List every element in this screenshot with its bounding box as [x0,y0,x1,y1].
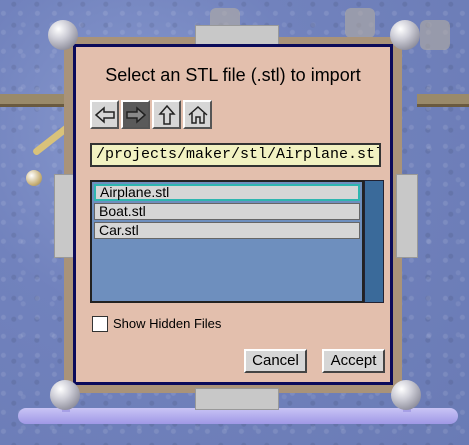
forward-arrow-icon [125,105,146,124]
frame-corner-knob [50,380,80,410]
frame-corner-knob [390,20,420,50]
back-button[interactable] [90,100,119,129]
file-list[interactable]: Airplane.stl Boat.stl Car.stl [90,180,364,303]
file-item-airplane[interactable]: Airplane.stl [94,184,360,201]
file-item-boat[interactable]: Boat.stl [94,203,360,220]
home-button[interactable] [183,100,212,129]
accept-button[interactable]: Accept [322,349,385,373]
home-icon [188,105,207,124]
background-ball [26,170,42,186]
frame-handle-right[interactable] [396,174,418,258]
up-arrow-icon [157,104,176,125]
show-hidden-checkbox[interactable] [92,316,108,332]
file-list-scrollbar[interactable] [364,180,384,303]
bottom-rail [18,408,458,424]
cancel-button[interactable]: Cancel [244,349,307,373]
forward-button[interactable] [121,100,150,129]
up-button[interactable] [152,100,181,129]
background-shelf [417,94,469,107]
frame-corner-knob [391,380,421,410]
frame-handle-bottom[interactable] [195,388,279,410]
frame-corner-knob [48,20,78,50]
file-item-car[interactable]: Car.stl [94,222,360,239]
show-hidden-label: Show Hidden Files [113,316,222,331]
path-field[interactable]: /projects/maker/stl/Airplane.stl [90,143,381,167]
background-icon [420,20,450,50]
file-import-dialog: Select an STL file (.stl) to import /pro… [73,44,393,385]
navigation-toolbar [90,100,212,129]
back-arrow-icon [94,105,115,124]
background-icon [345,8,375,38]
dialog-title: Select an STL file (.stl) to import [105,65,361,85]
